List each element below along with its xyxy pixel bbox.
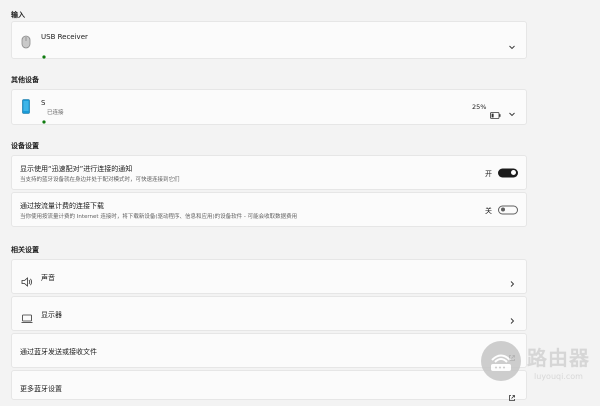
watermark: 路由器 luyouqi.com bbox=[481, 341, 590, 381]
metered-download-setting: 通过按流量计费的连接下载 当你使用按流量计费的 Internet 连接时，将下载… bbox=[11, 192, 527, 227]
connected-status-dot bbox=[42, 109, 46, 128]
device-name: USB Receiver bbox=[41, 33, 88, 41]
related-item-label: 通过蓝牙发送或接收文件 bbox=[20, 348, 97, 356]
battery-icon bbox=[490, 104, 501, 123]
device-card-usb-receiver[interactable]: USB Receiver bbox=[11, 21, 527, 59]
section-title-other-devices: 其他设备 bbox=[11, 76, 39, 84]
monitor-icon bbox=[21, 309, 33, 328]
watermark-cn: 路由器 bbox=[527, 345, 590, 370]
section-title-related-settings: 相关设置 bbox=[11, 246, 39, 254]
battery-percentage: 25% bbox=[472, 103, 487, 111]
phone-icon bbox=[22, 99, 30, 118]
setting-description: 当支持的蓝牙设备就在身边并处于配对模式时，可快速连接到它们 bbox=[20, 177, 180, 183]
setting-title: 通过按流量计费的连接下载 bbox=[20, 202, 104, 210]
external-link-icon bbox=[508, 387, 516, 401]
connected-status-dot bbox=[42, 44, 46, 63]
related-item-label: 更多蓝牙设置 bbox=[20, 385, 62, 393]
toggle-state-label: 开 bbox=[485, 170, 492, 178]
related-item-send-receive-files[interactable]: 通过蓝牙发送或接收文件 bbox=[11, 333, 527, 368]
swift-pair-toggle[interactable] bbox=[498, 168, 518, 177]
router-logo-icon bbox=[481, 341, 521, 381]
toggle-state-label: 关 bbox=[485, 207, 492, 215]
related-item-sound[interactable]: 声音 bbox=[11, 259, 527, 294]
toggle-knob bbox=[511, 170, 516, 175]
toggle-knob bbox=[501, 207, 505, 212]
device-name: S bbox=[41, 99, 46, 107]
setting-title: 显示使用“迅速配对”进行连接的通知 bbox=[20, 165, 133, 173]
mouse-icon bbox=[21, 34, 31, 53]
watermark-text: 路由器 luyouqi.com bbox=[527, 342, 590, 381]
related-item-display[interactable]: 显示器 bbox=[11, 296, 527, 331]
related-item-more-bluetooth[interactable]: 更多蓝牙设置 bbox=[11, 370, 527, 401]
chevron-down-icon[interactable] bbox=[508, 36, 516, 50]
chevron-right-icon bbox=[508, 310, 516, 324]
related-item-label: 声音 bbox=[41, 274, 55, 282]
chevron-right-icon bbox=[508, 273, 516, 287]
chevron-down-icon[interactable] bbox=[508, 103, 516, 117]
speaker-icon bbox=[21, 272, 33, 291]
metered-download-toggle[interactable] bbox=[498, 205, 518, 214]
watermark-en: luyouqi.com bbox=[534, 371, 583, 381]
section-title-input: 输入 bbox=[11, 11, 25, 19]
related-item-label: 显示器 bbox=[41, 311, 62, 319]
device-status: 已连接 bbox=[47, 110, 64, 116]
setting-description: 当你使用按流量计费的 Internet 连接时，将下载新设备(驱动程序、信息和应… bbox=[20, 214, 298, 220]
device-card-s[interactable]: S 已连接 25% bbox=[11, 89, 527, 125]
swift-pair-setting: 显示使用“迅速配对”进行连接的通知 当支持的蓝牙设备就在身边并处于配对模式时，可… bbox=[11, 155, 527, 190]
section-title-device-settings: 设备设置 bbox=[11, 142, 39, 150]
